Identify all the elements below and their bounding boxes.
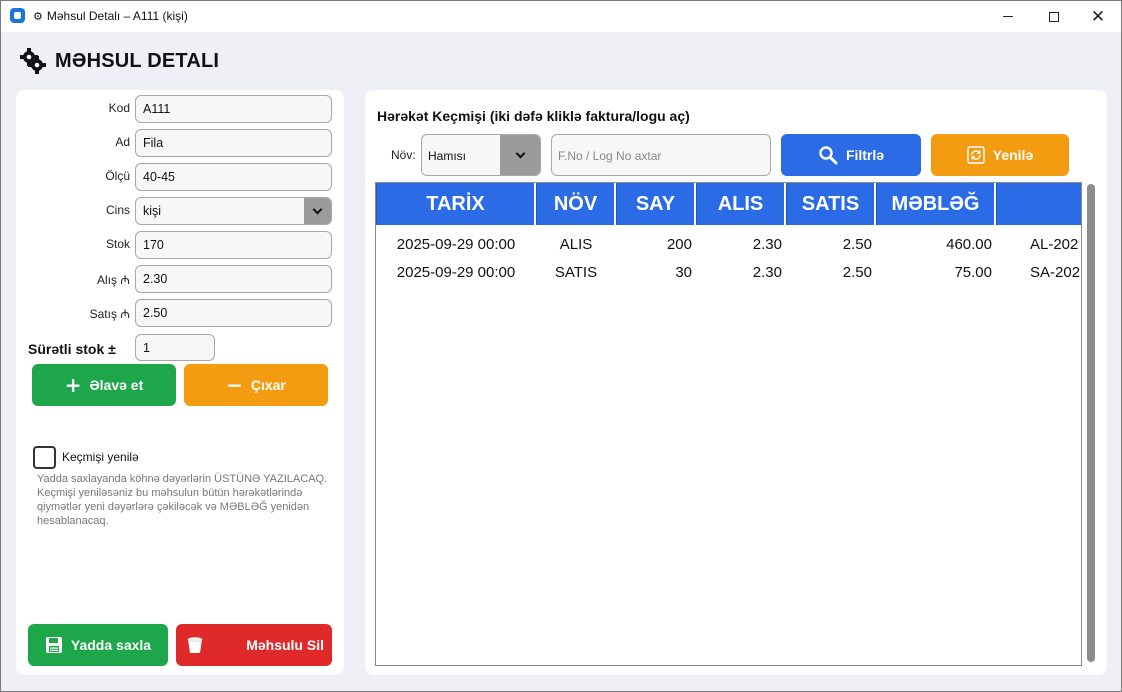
cell-type: SATIS [554,263,598,281]
filter-button[interactable]: Filtrlə [781,134,921,176]
cell-date: 2025-09-29 00:00 [396,235,516,253]
cell-date: 2025-09-29 00:00 [396,263,516,281]
cell-purchase: 2.30 [752,235,782,253]
title-gear-icon: ⚙ [33,11,43,23]
table-row[interactable]: 2025-09-29 00:00 SATIS 30 2.30 2.50 75.0… [376,258,1081,286]
plus-icon: + [64,373,82,397]
delete-product-button[interactable]: Məhsulu Sil [176,624,332,666]
size-label: Ölçü [105,169,130,183]
window-title: ⚙ Məhsul Detalı – A111 (kişi) [33,9,188,23]
gender-label: Cins [105,203,130,217]
column-header-invoice[interactable]: F [996,183,1081,225]
purchase-price-input[interactable]: 2.30 [135,265,332,293]
name-label: Ad [115,135,130,149]
hint-line-2: Keçmişi yeniləsəniz bu məhsulun bütün hə… [37,487,310,527]
cell-invoice: SA-202 [1030,263,1081,281]
cell-amount: 460.00 [946,235,992,253]
add-stock-label: Əlavə et [89,377,144,393]
column-header-sale[interactable]: SATIS [786,183,876,225]
cell-quantity: 200 [666,235,692,253]
page-header: MƏHSUL DETALI [19,47,219,75]
add-stock-button[interactable]: + Əlavə et [32,364,176,406]
refresh-label: Yenilə [992,147,1034,163]
code-label: Kod [108,101,130,115]
title-bar: ⚙ Məhsul Detalı – A111 (kişi) ✕ [1,1,1121,32]
chevron-down-icon[interactable] [500,135,540,175]
minimize-icon [1003,16,1013,17]
app-window: ⚙ Məhsul Detalı – A111 (kişi) ✕ MƏHSUL D… [0,0,1122,692]
delete-product-label: Məhsulu Sil [246,637,324,653]
maximize-icon [1049,11,1059,22]
minus-icon: − [226,373,243,397]
sale-price-label: Satış ₼ [89,307,130,321]
history-panel: Hərəkət Keçmişi (iki dəfə kliklə faktura… [365,90,1107,675]
page-title: MƏHSUL DETALI [55,49,220,72]
gender-select[interactable]: kişi [135,197,332,225]
window-title-text: Məhsul Detalı – A111 (kişi) [46,9,188,23]
gears-icon [19,47,47,75]
product-form-panel: Kod A111 Ad Fila Ölçü 40-45 Cins kişi St… [16,90,344,675]
field-row-purchase-price: Alış ₼ 2.30 [16,265,344,293]
update-history-label: Keçmişi yenilə [62,450,139,464]
cell-quantity: 30 [675,263,692,281]
save-icon [45,636,63,654]
history-table: TARİX NÖV SAY ALIS SATIS MƏBLƏĞ F 2025-0… [375,182,1082,666]
trash-icon [186,636,204,654]
cell-invoice: AL-202 [1030,235,1079,253]
column-header-type[interactable]: NÖV [536,183,616,225]
column-header-quantity[interactable]: SAY [616,183,696,225]
column-header-amount[interactable]: MƏBLƏĞ [876,183,996,225]
cell-sale: 2.50 [842,235,872,253]
table-vertical-scrollbar[interactable] [1087,184,1095,662]
search-icon [818,145,838,165]
chevron-down-icon[interactable] [304,198,331,224]
maximize-button[interactable] [1031,1,1077,32]
quick-stock-input[interactable]: 1 [135,334,215,361]
table-row[interactable]: 2025-09-29 00:00 ALIS 200 2.30 2.50 460.… [376,230,1081,258]
remove-stock-label: Çıxar [250,377,286,393]
cell-purchase: 2.30 [752,263,782,281]
history-title: Hərəkət Keçmişi (iki dəfə kliklə faktura… [377,108,690,124]
cell-sale: 2.50 [842,263,872,281]
hint-line-1: Yadda saxlayanda köhnə dəyərlərin ÜSTÜNƏ… [37,473,328,485]
stock-label: Stok [105,237,130,251]
field-row-size: Ölçü 40-45 [16,163,344,191]
type-filter-value: Hamısı [428,149,467,163]
stock-input[interactable]: 170 [135,231,332,259]
size-input[interactable]: 40-45 [135,163,332,191]
remove-stock-button[interactable]: − Çıxar [184,364,328,406]
column-header-date[interactable]: TARİX [376,183,536,225]
field-row-gender: Cins kişi [16,197,344,225]
field-row-name: Ad Fila [16,129,344,157]
hint-text: Yadda saxlayanda köhnə dəyərlərin ÜSTÜNƏ… [37,472,333,528]
code-input[interactable]: A111 [135,95,332,123]
app-icon [10,8,25,23]
minimize-button[interactable] [985,1,1031,32]
refresh-button[interactable]: Yenilə [931,134,1069,176]
save-label: Yadda saxla [70,637,152,653]
field-row-code: Kod A111 [16,95,344,123]
update-history-checkbox[interactable] [33,446,56,469]
quick-stock-label: Sürətli stok ± [28,341,116,357]
close-button[interactable]: ✕ [1075,1,1121,32]
sale-price-input[interactable]: 2.50 [135,299,332,327]
refresh-icon [967,146,985,164]
gender-select-value: kişi [143,204,162,218]
cell-amount: 75.00 [954,263,992,281]
field-row-stock: Stok 170 [16,231,344,259]
field-row-sale-price: Satış ₼ 2.50 [16,299,344,327]
cell-type: ALIS [559,235,593,253]
column-header-purchase[interactable]: ALIS [696,183,786,225]
type-filter-select[interactable]: Hamısı [421,134,541,176]
filter-label: Filtrlə [845,147,885,163]
name-input[interactable]: Fila [135,129,332,157]
purchase-price-label: Alış ₼ [96,273,130,287]
table-header: TARİX NÖV SAY ALIS SATIS MƏBLƏĞ F [376,183,1081,225]
type-filter-label: Növ: [391,148,416,162]
save-button[interactable]: Yadda saxla [28,624,168,666]
search-input[interactable]: F.No / Log No axtar [551,134,771,176]
